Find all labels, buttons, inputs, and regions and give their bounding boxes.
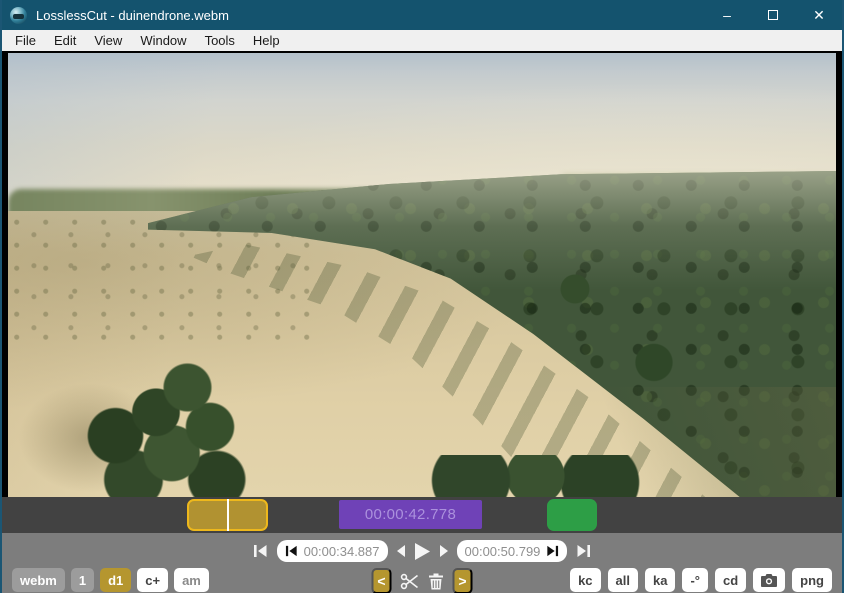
cut-start-time-field[interactable]: 00:00:34.887	[276, 540, 388, 562]
timeline[interactable]: 00:00:42.778	[2, 497, 842, 533]
rotation-button[interactable]: -°	[682, 568, 708, 592]
maximize-button[interactable]	[750, 0, 796, 30]
video-lone-tree	[626, 339, 682, 391]
d1-button[interactable]: d1	[100, 568, 132, 592]
menu-edit[interactable]: Edit	[45, 30, 85, 51]
segment-tools: < >	[371, 568, 473, 593]
cut-button[interactable]	[400, 573, 420, 590]
tools-row: webm 1 d1 c+ am < > kc all ka -° cd png	[2, 568, 842, 593]
video-center-trees	[428, 455, 643, 497]
video-player[interactable]	[2, 51, 842, 497]
close-button[interactable]: ✕	[796, 0, 842, 30]
set-cut-end-icon	[547, 545, 559, 557]
maximize-icon	[768, 10, 778, 20]
menu-window[interactable]: Window	[131, 30, 195, 51]
track-count-button[interactable]: 1	[70, 568, 95, 592]
play-icon	[414, 542, 430, 560]
step-back-button[interactable]	[396, 545, 406, 557]
jump-start-button[interactable]	[253, 544, 268, 558]
tools-right: kc all ka -° cd png	[570, 568, 832, 592]
tools-left: webm 1 d1 c+ am	[12, 568, 209, 592]
prev-segment-button[interactable]: <	[371, 568, 392, 593]
window-title: LosslessCut - duinendrone.webm	[36, 7, 229, 23]
jump-end-icon	[577, 545, 591, 557]
timeline-playhead	[227, 499, 229, 531]
jump-start-icon	[253, 545, 267, 557]
app-window: LosslessCut - duinendrone.webm – ✕ File …	[0, 0, 844, 593]
output-format-button[interactable]: webm	[12, 568, 65, 592]
menu-tools[interactable]: Tools	[196, 30, 244, 51]
jump-end-button[interactable]	[576, 544, 591, 558]
step-forward-icon	[439, 545, 448, 557]
transport-controls: 00:00:34.887 00:00:50.799	[2, 536, 842, 566]
scissors-icon	[400, 573, 418, 589]
screenshot-button[interactable]	[753, 568, 786, 592]
play-button[interactable]	[414, 542, 430, 560]
set-cut-start-icon	[285, 545, 297, 557]
c-plus-button[interactable]: c+	[137, 568, 169, 592]
bottom-bar: 00:00:34.887 00:00:50.799 webm 1 d1 c+ a…	[2, 533, 842, 593]
app-icon	[10, 6, 27, 24]
menubar: File Edit View Window Tools Help	[2, 30, 842, 51]
cut-start-time: 00:00:34.887	[303, 543, 380, 559]
cd-button[interactable]: cd	[715, 568, 747, 592]
menu-file[interactable]: File	[6, 30, 45, 51]
delete-segment-button[interactable]	[429, 573, 444, 590]
cut-end-time-field[interactable]: 00:00:50.799	[456, 540, 568, 562]
current-time-display: 00:00:42.778	[339, 500, 482, 529]
video-frame	[8, 53, 836, 497]
video-left-trees	[48, 351, 273, 497]
step-forward-button[interactable]	[439, 545, 448, 557]
trash-icon	[429, 573, 443, 589]
ka-button[interactable]: ka	[645, 568, 676, 592]
video-lone-tree	[553, 271, 597, 311]
step-back-icon	[396, 545, 405, 557]
titlebar: LosslessCut - duinendrone.webm – ✕	[2, 0, 842, 30]
next-segment-button[interactable]: >	[452, 568, 473, 593]
timeline-segment-2[interactable]	[547, 499, 597, 531]
png-button[interactable]: png	[792, 568, 832, 592]
am-button[interactable]: am	[174, 568, 209, 592]
cut-end-time: 00:00:50.799	[464, 543, 541, 559]
menu-help[interactable]: Help	[244, 30, 289, 51]
minimize-button[interactable]: –	[704, 0, 750, 30]
kc-button[interactable]: kc	[570, 568, 601, 592]
menu-view[interactable]: View	[85, 30, 131, 51]
all-button[interactable]: all	[607, 568, 638, 592]
camera-icon	[761, 573, 778, 587]
